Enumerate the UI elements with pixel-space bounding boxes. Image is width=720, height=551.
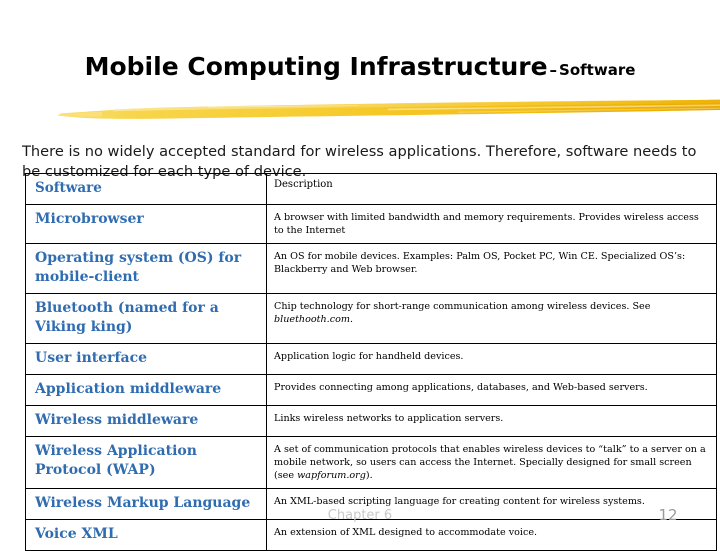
brush-speckle-2 [458,107,720,113]
table-row: Wireless middleware Links wireless netwo… [25,405,717,437]
description-wap: A set of communication protocols that en… [266,436,717,489]
description-wap-post: ). [365,470,373,481]
brush-tip-left [58,111,102,117]
description-wireless-middleware: Links wireless networks to application s… [266,405,717,437]
brush-highlight [113,99,720,112]
brush-speckle-3 [208,105,358,108]
term-wap: Wireless Application Protocol (WAP) [25,436,267,489]
brush-stroke-decoration [58,96,720,126]
term-operating-system: Operating system (OS) for mobile-client [25,243,267,294]
table-row: Bluetooth (named for a Viking king) Chip… [25,293,717,344]
table-header-row: Software Description [25,173,717,205]
table-row: User interface Application logic for han… [25,343,717,375]
description-operating-system: An OS for mobile devices. Examples: Palm… [266,243,717,294]
brush-stroke-svg [58,99,720,119]
table-row: Operating system (OS) for mobile-client … [25,243,717,294]
description-user-interface: Application logic for handheld devices. [266,343,717,375]
description-microbrowser: A browser with limited bandwidth and mem… [266,204,717,244]
table-row: Application middleware Provides connecti… [25,374,717,406]
table-header-name: Software [25,173,267,205]
term-bluetooth: Bluetooth (named for a Viking king) [25,293,267,344]
term-wireless-middleware: Wireless middleware [25,405,267,437]
description-wap-link: wapforum.org [297,470,366,481]
description-bluetooth-link: bluethooth.com [274,314,350,325]
table-row: Wireless Markup Language An XML-based sc… [25,488,717,520]
description-bluetooth-post: . [349,314,354,325]
term-microbrowser: Microbrowser [25,204,267,244]
description-voice-xml: An extension of XML designed to accommod… [266,519,717,551]
table-header-description: Description [266,173,717,205]
software-table: Software Description Microbrowser A brow… [25,173,717,551]
description-application-middleware: Provides connecting among applications, … [266,374,717,406]
brush-body [60,99,720,119]
table-row: Voice XML An extension of XML designed t… [25,519,717,551]
brush-speckle-1 [388,104,720,111]
page-number: 12 [658,506,678,524]
description-bluetooth-pre: Chip technology for short-range communic… [274,301,651,312]
term-user-interface: User interface [25,343,267,375]
slide-title-dash: – [549,61,558,79]
table-row: Wireless Application Protocol (WAP) A se… [25,436,717,489]
description-bluetooth: Chip technology for short-range communic… [266,293,717,344]
term-voice-xml: Voice XML [25,519,267,551]
slide-title: Mobile Computing Infrastructure – Software [0,52,720,81]
slide-title-main: Mobile Computing Infrastructure [84,52,548,81]
table-row: Microbrowser A browser with limited band… [25,204,717,244]
term-application-middleware: Application middleware [25,374,267,406]
slide-title-subtitle: Software [559,61,636,79]
term-wml: Wireless Markup Language [25,488,267,520]
